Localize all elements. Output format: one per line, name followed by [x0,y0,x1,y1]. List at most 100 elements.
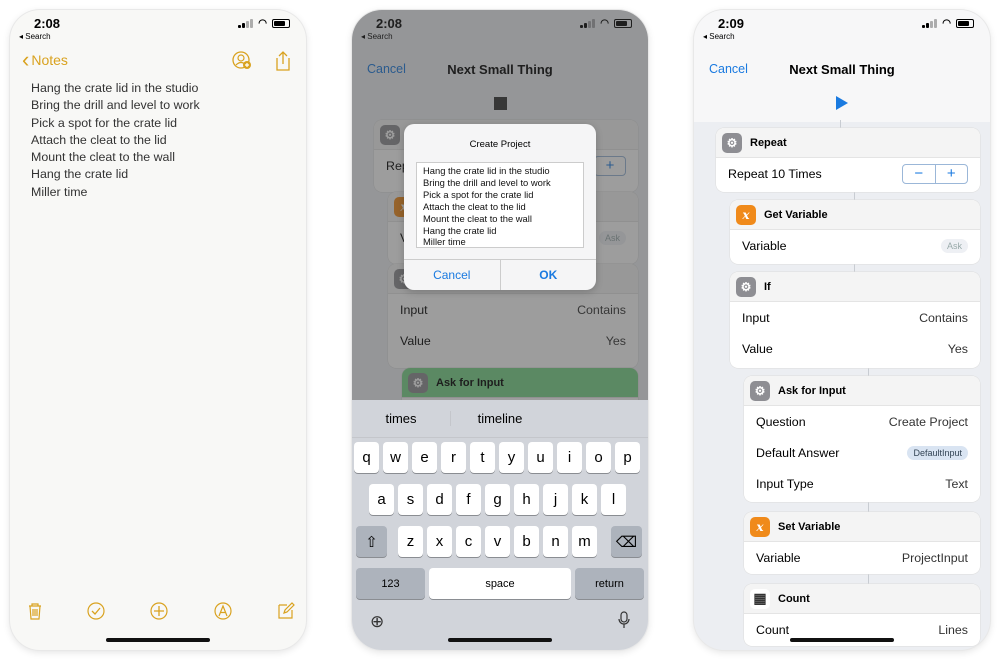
compose-icon[interactable] [275,600,297,622]
dialog-text-input[interactable] [416,162,584,248]
shortcut-dialog-screen: 2:08 ◂ Search ◠ Cancel Next Small Thing … [352,10,648,650]
notes-toolbar [10,600,306,622]
key-i[interactable]: i [557,442,582,473]
key-row-1: qwertyuiop [352,442,648,473]
wifi-icon: ◠ [258,18,267,29]
key-e[interactable]: e [412,442,437,473]
key-r[interactable]: r [441,442,466,473]
run-bar [694,86,990,120]
note-line: Miller time [31,184,88,199]
home-indicator [106,638,210,642]
get-variable-header: x Get Variable [730,200,980,230]
notes-back-button[interactable]: ‹ Notes [22,47,68,72]
set-variable-value[interactable]: ProjectInput [902,551,968,565]
question-value[interactable]: Create Project [889,415,968,429]
input-value[interactable]: Contains [919,311,968,325]
status-bar: 2:09 ◂ Search ◠ [694,10,990,50]
key-j[interactable]: j [543,484,568,515]
note-line: Attach the cleat to the lid [31,132,167,147]
chevron-left-icon: ‹ [22,47,30,72]
suggestion[interactable]: times [352,411,450,426]
key-y[interactable]: y [499,442,524,473]
key-w[interactable]: w [383,442,408,473]
shift-key[interactable]: ⇧ [356,526,387,557]
repeat-row: Repeat 10 Times − + [716,158,980,189]
note-line: Bring the drill and level to work [31,98,200,113]
suggestion[interactable]: timeline [450,411,549,426]
count-value[interactable]: Lines [938,623,968,637]
notes-screen: 2:08 ◂ Search ◠ ‹ Notes Hang the crate l… [10,10,306,650]
create-project-dialog: Create Project Cancel OK [404,124,596,290]
key-s[interactable]: s [398,484,423,515]
key-p[interactable]: p [615,442,640,473]
key-f[interactable]: f [456,484,481,515]
repeat-stepper[interactable]: − + [902,163,968,184]
markup-icon[interactable] [212,600,234,622]
connector [868,502,869,512]
status-bar: 2:08 ◂ Search ◠ [10,10,306,50]
numbers-key[interactable]: 123 [356,568,425,599]
key-z[interactable]: z [398,526,423,557]
key-d[interactable]: d [427,484,452,515]
checklist-icon[interactable] [85,600,107,622]
value-value[interactable]: Yes [948,342,968,356]
calculator-icon: ▦ [750,588,770,609]
back-to-search[interactable]: ◂ Search [19,32,51,41]
note-line: Hang the crate lid [31,167,129,182]
space-key[interactable]: space [429,568,571,599]
key-k[interactable]: k [572,484,597,515]
dialog-ok-button[interactable]: OK [499,260,597,290]
microphone-icon[interactable] [618,611,630,634]
default-input-pill[interactable]: DefaultInput [907,445,968,460]
trash-icon[interactable] [24,600,46,622]
repeat-card: ⚙ Repeat Repeat 10 Times − + [716,128,980,192]
variable-label: Variable [742,238,787,253]
key-t[interactable]: t [470,442,495,473]
status-icons: ◠ [238,18,290,29]
input-label: Input [742,310,770,325]
note-body[interactable]: Hang the crate lid in the studio Bring t… [31,80,200,201]
key-x[interactable]: x [427,526,452,557]
backspace-key[interactable]: ⌫ [611,526,642,557]
key-c[interactable]: c [456,526,481,557]
add-icon[interactable] [148,600,170,622]
suggestion-bar: times timeline [352,400,648,438]
if-header: ⚙ If [730,272,980,302]
ask-pill[interactable]: Ask [940,238,968,253]
minus-icon[interactable]: − [903,165,935,183]
variable-row: Variable Ask [730,230,980,261]
home-indicator [448,638,552,642]
dialog-cancel-button[interactable]: Cancel [404,260,500,290]
key-l[interactable]: l [601,484,626,515]
back-to-search[interactable]: ◂ Search [703,32,735,41]
key-g[interactable]: g [485,484,510,515]
shortcut-editor-screen: 2:09 ◂ Search ◠ Cancel Next Small Thing … [694,10,990,650]
key-b[interactable]: b [514,526,539,557]
globe-icon[interactable]: ⊕ [370,612,384,632]
key-v[interactable]: v [485,526,510,557]
key-u[interactable]: u [528,442,553,473]
repeat-count-label: Repeat 10 Times [728,166,822,181]
plus-icon[interactable]: + [934,164,968,183]
add-person-icon[interactable] [231,50,253,77]
key-row-3: ⇧ ⌫ zxcvbnm [352,526,648,557]
key-n[interactable]: n [543,526,568,557]
count-card: ▦ Count Count Lines [744,584,980,646]
question-row: Question Create Project [744,406,980,437]
return-key[interactable]: return [575,568,644,599]
shortcut-title: Next Small Thing [789,62,895,77]
play-icon[interactable] [835,95,849,111]
home-indicator [790,638,894,642]
key-o[interactable]: o [586,442,611,473]
key-h[interactable]: h [514,484,539,515]
status-icons: ◠ [922,18,974,29]
share-icon[interactable] [274,50,292,77]
nav-bar: Cancel Next Small Thing [694,50,990,86]
key-m[interactable]: m [572,526,597,557]
note-line: Mount the cleat to the wall [31,150,175,165]
count-title: Count [778,592,810,605]
key-a[interactable]: a [369,484,394,515]
input-type-value[interactable]: Text [945,477,968,491]
signal-icon [238,19,254,28]
key-q[interactable]: q [354,442,379,473]
